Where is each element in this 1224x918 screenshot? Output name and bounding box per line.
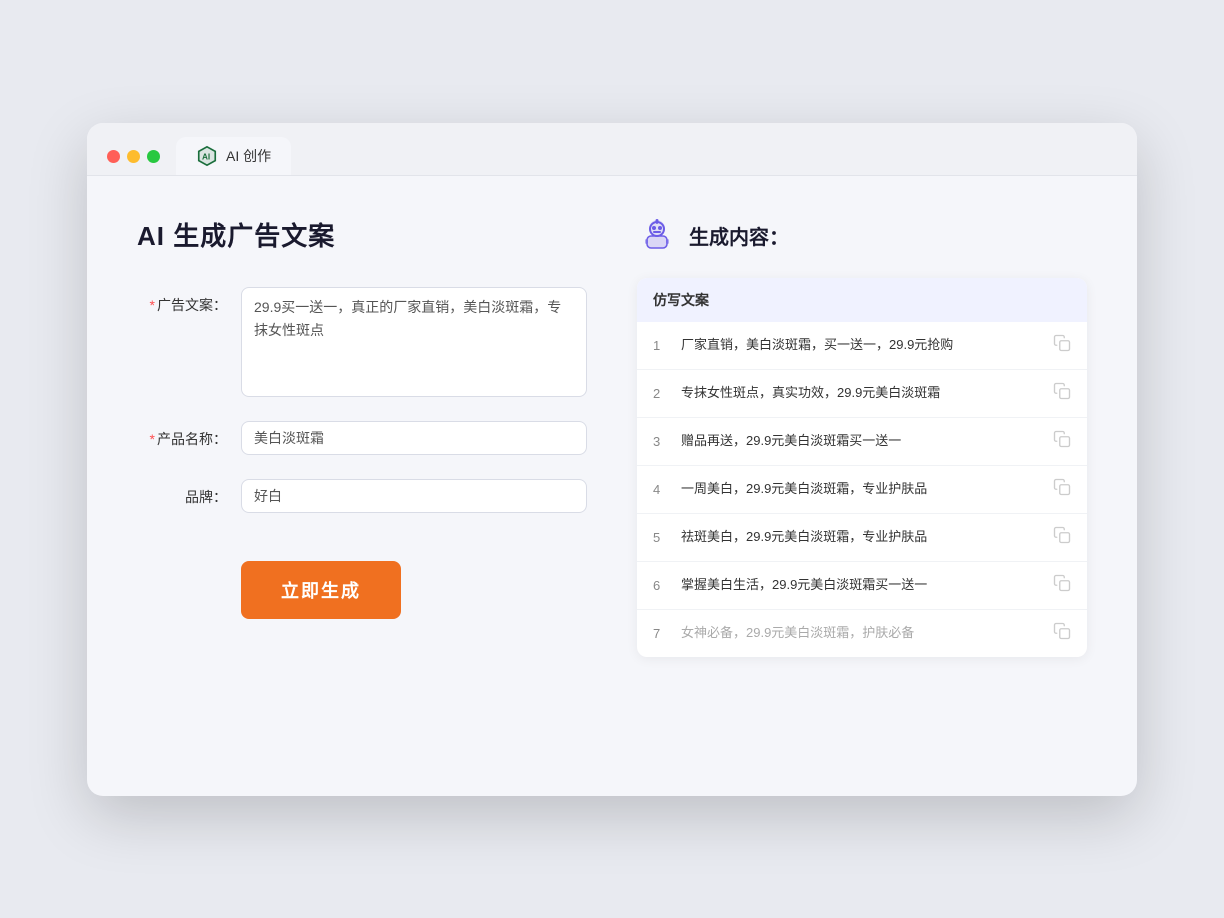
right-panel: 生成内容： 仿写文案 1 厂家直销，美白淡斑霜，买一送一，29.9元抢购 2 专抹女性… <box>637 216 1087 756</box>
label-ad-copy: *广告文案： <box>137 287 227 315</box>
result-title: 生成内容： <box>689 221 789 250</box>
item-text: 祛斑美白，29.9元美白淡斑霜，专业护肤品 <box>681 527 1041 547</box>
copy-icon[interactable] <box>1053 478 1071 501</box>
item-text: 专抹女性斑点，真实功效，29.9元美白淡斑霜 <box>681 383 1041 403</box>
close-button[interactable] <box>107 150 120 163</box>
svg-text:AI: AI <box>202 152 210 161</box>
copy-icon[interactable] <box>1053 526 1071 549</box>
table-row: 6 掌握美白生活，29.9元美白淡斑霜买一送一 <box>637 562 1087 610</box>
ai-tab-icon: AI <box>196 145 218 167</box>
item-number: 7 <box>653 626 669 641</box>
product-name-input[interactable] <box>241 421 587 455</box>
result-items-container: 1 厂家直销，美白淡斑霜，买一送一，29.9元抢购 2 专抹女性斑点，真实功效，29.… <box>637 322 1087 657</box>
table-header: 仿写文案 <box>637 278 1087 322</box>
result-table: 仿写文案 1 厂家直销，美白淡斑霜，买一送一，29.9元抢购 2 专抹女性斑点，真实功… <box>637 278 1087 657</box>
copy-icon[interactable] <box>1053 574 1071 597</box>
item-number: 2 <box>653 386 669 401</box>
robot-icon <box>637 216 677 256</box>
content-area: AI 生成广告文案 *广告文案： 29.9买一送一，真正的厂家直销，美白淡斑霜，… <box>87 176 1137 796</box>
copy-icon[interactable] <box>1053 382 1071 405</box>
copy-icon[interactable] <box>1053 430 1071 453</box>
table-row: 3 赠品再送，29.9元美白淡斑霜买一送一 <box>637 418 1087 466</box>
item-number: 5 <box>653 530 669 545</box>
ad-copy-input[interactable]: 29.9买一送一，真正的厂家直销，美白淡斑霜，专抹女性斑点 <box>241 287 587 397</box>
item-number: 1 <box>653 338 669 353</box>
table-row: 7 女神必备，29.9元美白淡斑霜，护肤必备 <box>637 610 1087 657</box>
item-number: 3 <box>653 434 669 449</box>
form-row-brand: 品牌： <box>137 479 587 513</box>
page-title: AI 生成广告文案 <box>137 216 587 253</box>
left-panel: AI 生成广告文案 *广告文案： 29.9买一送一，真正的厂家直销，美白淡斑霜，… <box>137 216 587 756</box>
form-row-ad-copy: *广告文案： 29.9买一送一，真正的厂家直销，美白淡斑霜，专抹女性斑点 <box>137 287 587 397</box>
tab-ai-create[interactable]: AI AI 创作 <box>176 137 291 175</box>
generate-button[interactable]: 立即生成 <box>241 561 401 619</box>
title-bar: AI AI 创作 <box>87 123 1137 176</box>
item-number: 4 <box>653 482 669 497</box>
table-row: 4 一周美白，29.9元美白淡斑霜，专业护肤品 <box>637 466 1087 514</box>
copy-icon[interactable] <box>1053 622 1071 645</box>
copy-icon[interactable] <box>1053 334 1071 357</box>
table-row: 1 厂家直销，美白淡斑霜，买一送一，29.9元抢购 <box>637 322 1087 370</box>
maximize-button[interactable] <box>147 150 160 163</box>
traffic-lights <box>107 150 160 163</box>
result-header: 生成内容： <box>637 216 1087 256</box>
label-product-name: *产品名称： <box>137 421 227 449</box>
item-text: 赠品再送，29.9元美白淡斑霜买一送一 <box>681 431 1041 451</box>
required-star-product: * <box>150 431 155 447</box>
item-text: 厂家直销，美白淡斑霜，买一送一，29.9元抢购 <box>681 335 1041 355</box>
label-brand: 品牌： <box>137 479 227 507</box>
item-text: 女神必备，29.9元美白淡斑霜，护肤必备 <box>681 623 1041 643</box>
item-text: 掌握美白生活，29.9元美白淡斑霜买一送一 <box>681 575 1041 595</box>
browser-window: AI AI 创作 AI 生成广告文案 *广告文案： 29.9买一送一，真正的厂家… <box>87 123 1137 796</box>
item-text: 一周美白，29.9元美白淡斑霜，专业护肤品 <box>681 479 1041 499</box>
form-row-product-name: *产品名称： <box>137 421 587 455</box>
item-number: 6 <box>653 578 669 593</box>
minimize-button[interactable] <box>127 150 140 163</box>
required-star-ad: * <box>150 297 155 313</box>
table-row: 2 专抹女性斑点，真实功效，29.9元美白淡斑霜 <box>637 370 1087 418</box>
tab-label: AI 创作 <box>226 146 271 166</box>
brand-input[interactable] <box>241 479 587 513</box>
table-row: 5 祛斑美白，29.9元美白淡斑霜，专业护肤品 <box>637 514 1087 562</box>
